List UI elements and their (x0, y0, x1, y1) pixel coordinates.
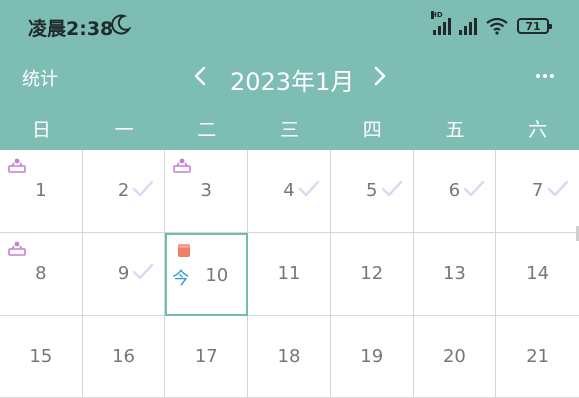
orange-cube-icon (175, 242, 193, 258)
day-number: 3 (200, 180, 212, 201)
weekday-sun: 日 (31, 119, 51, 141)
day-cell-4[interactable]: 4 (248, 150, 331, 233)
status-icons: HD 71 (431, 11, 552, 37)
purple-figure-icon (8, 240, 26, 256)
weekday-wed: 三 (280, 119, 300, 141)
battery-icon: 71 (517, 18, 552, 34)
day-number: 16 (112, 346, 136, 367)
prev-month-button[interactable] (188, 63, 214, 89)
day-number: 19 (360, 346, 384, 367)
day-cell-11[interactable]: 11 (248, 233, 331, 316)
day-cell-9[interactable]: 9 (82, 233, 166, 316)
battery-level: 71 (525, 19, 541, 33)
day-cell-21[interactable]: 21 (496, 316, 579, 398)
checkmark-icon (547, 180, 569, 198)
day-cell-16[interactable]: 16 (82, 316, 166, 398)
weekday-mon: 一 (114, 119, 134, 141)
day-number: 17 (194, 346, 218, 367)
day-cell-3[interactable]: 3 (165, 150, 249, 233)
day-number: 10 (205, 265, 229, 286)
checkmark-icon (463, 180, 485, 198)
checkmark-icon (381, 180, 403, 198)
month-nav: 统计 2023年1月 (0, 55, 579, 100)
moon-icon (111, 14, 131, 35)
day-cell-1[interactable]: 1 (0, 150, 83, 233)
calendar-grid: 1 2 3 4 5 6 7 8 9 今 10 11 12 13 14 15 16 17 18 19 20 21 (0, 150, 579, 398)
status-bar: 凌晨2:38 HD 71 (0, 0, 579, 50)
day-cell-2[interactable]: 2 (82, 150, 166, 233)
day-number: 11 (277, 263, 301, 284)
day-cell-15[interactable]: 15 (0, 316, 83, 398)
stats-button[interactable]: 统计 (22, 65, 58, 91)
day-cell-10[interactable]: 今 10 (165, 233, 249, 316)
status-time: 凌晨2:38 (28, 18, 114, 40)
signal-hd-icon: HD (431, 11, 451, 35)
weekday-tue: 二 (197, 119, 217, 141)
day-number: 13 (442, 263, 466, 284)
day-number: 12 (360, 263, 384, 284)
signal-icon (459, 17, 477, 35)
hd-label: HD (431, 11, 443, 19)
weekday-sat: 六 (528, 119, 548, 141)
day-number: 1 (35, 180, 47, 201)
day-number: 20 (442, 346, 466, 367)
weekday-fri: 五 (445, 119, 465, 141)
weekday-thu: 四 (362, 119, 382, 141)
purple-figure-icon (8, 157, 26, 173)
day-cell-5[interactable]: 5 (330, 150, 414, 233)
day-number: 15 (29, 346, 53, 367)
month-title[interactable]: 2023年1月 (230, 62, 354, 97)
day-cell-20[interactable]: 20 (413, 316, 497, 398)
day-cell-17[interactable]: 17 (165, 316, 249, 398)
day-cell-7[interactable]: 7 (496, 150, 579, 233)
checkmark-icon (298, 180, 320, 198)
checkmark-icon (132, 263, 154, 281)
more-options-icon[interactable] (532, 63, 558, 89)
day-number: 21 (526, 346, 550, 367)
day-cell-14[interactable]: 14 (496, 233, 579, 316)
day-cell-19[interactable]: 19 (330, 316, 414, 398)
day-cell-12[interactable]: 12 (330, 233, 414, 316)
day-number: 14 (526, 263, 550, 284)
day-cell-6[interactable]: 6 (413, 150, 497, 233)
day-cell-18[interactable]: 18 (248, 316, 331, 398)
next-month-button[interactable] (366, 63, 392, 89)
day-cell-8[interactable]: 8 (0, 233, 83, 316)
weekday-header: 日 一 二 三 四 五 六 (0, 110, 579, 150)
wifi-icon (486, 17, 508, 35)
day-cell-13[interactable]: 13 (413, 233, 497, 316)
checkmark-icon (132, 180, 154, 198)
day-number: 18 (277, 346, 301, 367)
day-number: 8 (35, 263, 47, 284)
purple-figure-icon (173, 157, 192, 173)
